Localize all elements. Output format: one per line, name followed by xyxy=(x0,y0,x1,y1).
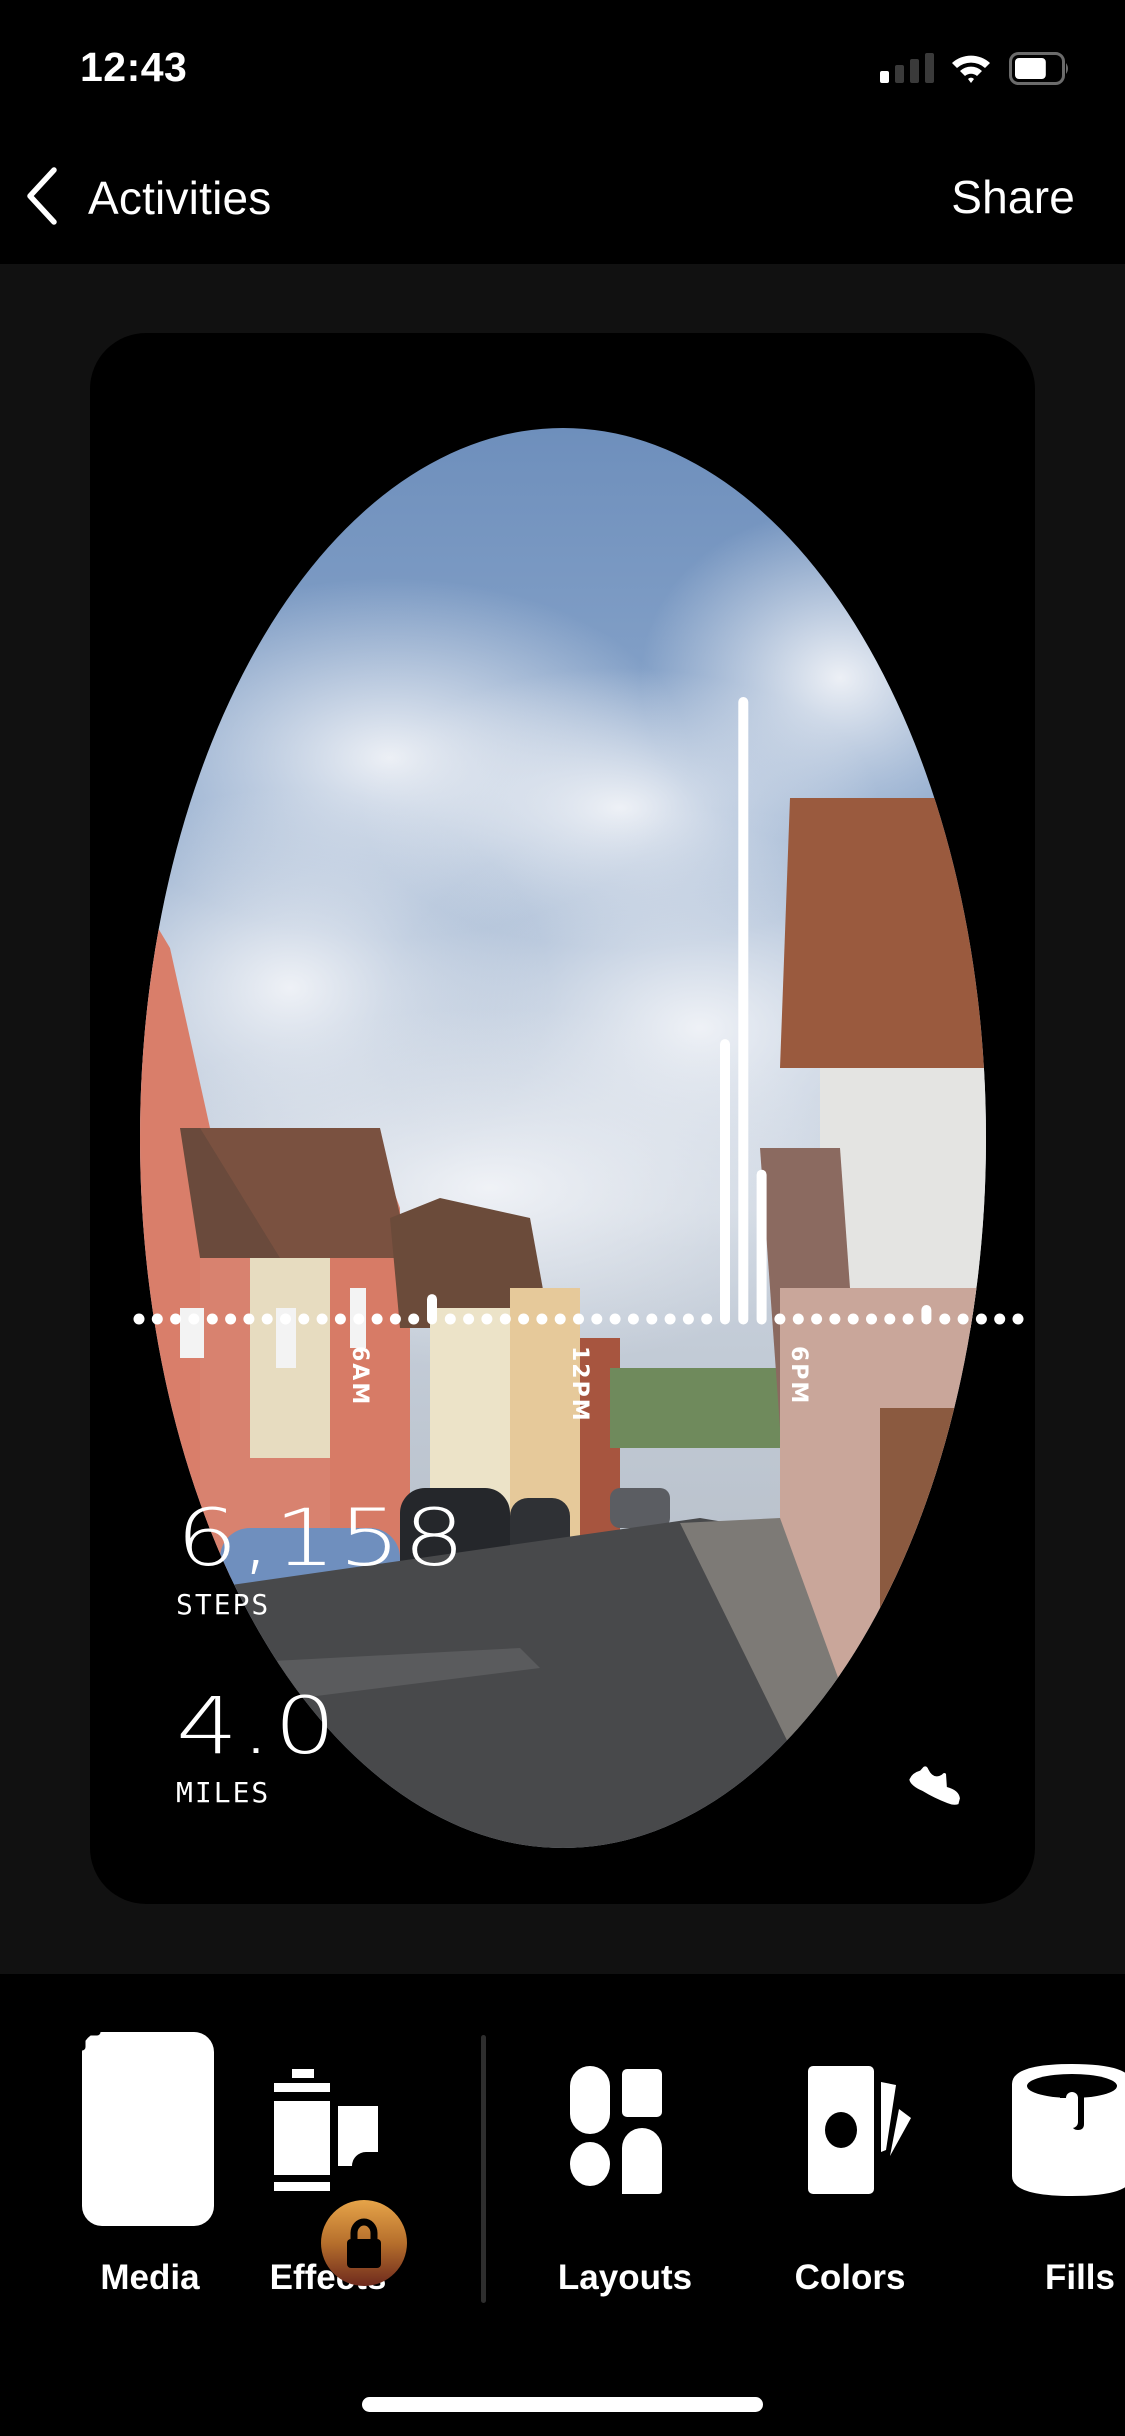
chevron-left-icon xyxy=(22,166,62,231)
share-button[interactable]: Share xyxy=(951,170,1075,224)
back-label: Activities xyxy=(88,172,272,224)
cellular-signal-icon xyxy=(880,53,936,83)
paint-bucket-icon xyxy=(1012,2064,1125,2201)
tool-colors[interactable]: Colors xyxy=(770,1974,930,2304)
tool-colors-label: Colors xyxy=(794,2258,906,2297)
add-media-icon xyxy=(63,2013,214,2226)
lock-icon xyxy=(347,2218,381,2268)
battery-icon xyxy=(1009,52,1071,85)
tool-media-label: Media xyxy=(100,2258,200,2297)
bottom-toolbar: Media Effects Layouts Colors Fills xyxy=(0,1974,1125,2436)
status-time: 12:43 xyxy=(80,44,188,90)
steps-label: STEPS xyxy=(176,1588,271,1621)
chart-tick-label: 6AM xyxy=(346,1346,372,1407)
chart-tick-label: 6PM xyxy=(786,1346,812,1406)
background-photo[interactable] xyxy=(140,428,986,1848)
tool-fills[interactable]: Fills xyxy=(1000,1974,1125,2304)
home-indicator[interactable] xyxy=(362,2397,763,2412)
film-roll-icon xyxy=(274,2069,386,2204)
chart-tick-label: 12PM xyxy=(566,1346,592,1423)
back-button[interactable]: Activities xyxy=(22,165,271,231)
tool-fills-label: Fills xyxy=(1044,2258,1116,2297)
wifi-icon xyxy=(950,51,992,85)
effects-locked-badge[interactable] xyxy=(321,2200,407,2286)
steps-value: 6,158 xyxy=(176,1494,468,1584)
miles-label: MILES xyxy=(176,1776,271,1809)
tool-media[interactable]: Media xyxy=(60,1974,240,2304)
miles-value: 4.0 xyxy=(176,1682,339,1772)
tool-layouts[interactable]: Layouts xyxy=(540,1974,710,2304)
shoe-icon xyxy=(905,1760,967,1810)
tool-layouts-label: Layouts xyxy=(557,2258,693,2297)
color-cards-icon xyxy=(808,2066,918,2199)
toolbar-divider xyxy=(481,2035,486,2303)
layouts-icon xyxy=(570,2066,670,2199)
